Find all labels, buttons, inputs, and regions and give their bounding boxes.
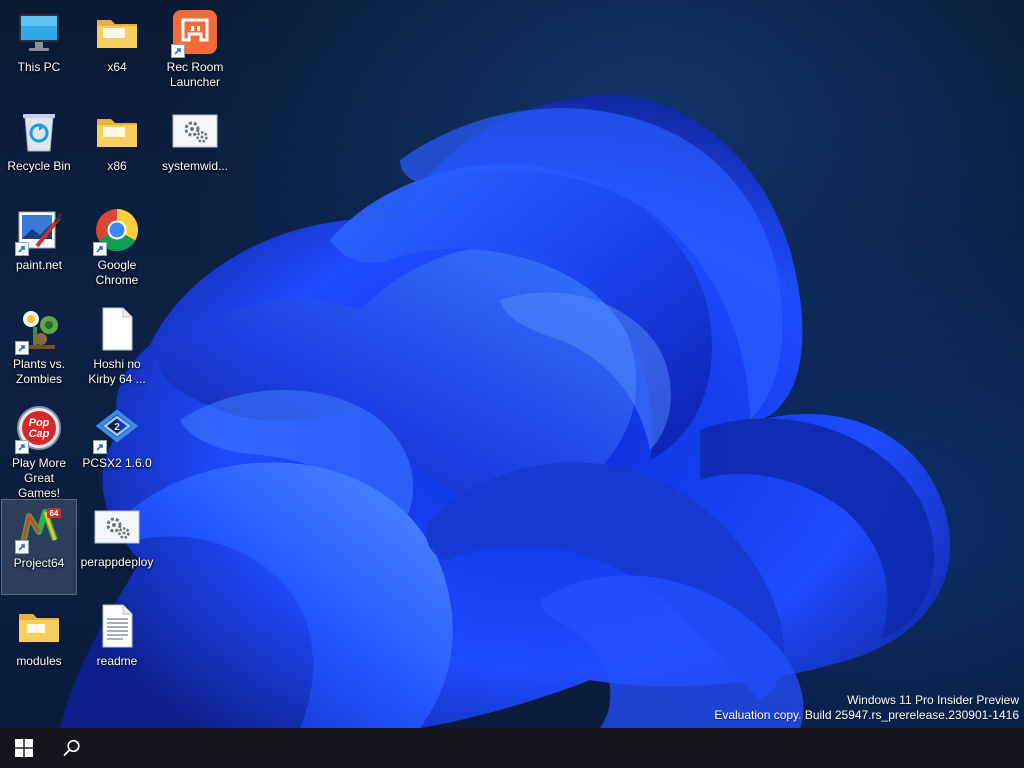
- gear-file-icon: [93, 503, 141, 551]
- desktop-icon-x64[interactable]: x64: [79, 4, 155, 100]
- icon-label-line2: Zombies: [15, 372, 62, 386]
- chrome-icon: [93, 206, 141, 256]
- shortcut-arrow-icon: [93, 242, 107, 256]
- icon-label-line2: Great Games!: [17, 471, 60, 500]
- search-button[interactable]: [48, 728, 96, 768]
- icon-label: Rec Room: [166, 60, 224, 74]
- icon-label: Google: [97, 258, 137, 272]
- recycle-bin-icon: [15, 107, 63, 155]
- paint-net-icon: [15, 206, 63, 256]
- desktop-icon-paint-net[interactable]: paint.net: [1, 202, 77, 298]
- svg-text:2: 2: [114, 422, 120, 433]
- icon-label: PCSX2 1.6.0: [82, 456, 152, 470]
- icon-label: Recycle Bin: [7, 159, 71, 173]
- icon-label-line2: Chrome: [95, 273, 139, 287]
- pcsx2-icon: 2: [93, 404, 141, 454]
- watermark-line2: Evaluation copy. Build 25947.rs_prerelea…: [714, 708, 1019, 722]
- icon-label-line2: Kirby 64 ...: [88, 372, 146, 386]
- icon-label: paint.net: [15, 258, 63, 272]
- shortcut-arrow-icon: [15, 540, 29, 554]
- icon-label: Project64: [13, 556, 65, 570]
- desktop-icon-perappdeploy[interactable]: perappdeploy: [79, 499, 155, 595]
- blank-file-icon: [93, 305, 141, 353]
- folder-icon: [93, 107, 141, 155]
- monitor-icon: [15, 8, 63, 56]
- shortcut-arrow-icon: [171, 44, 185, 58]
- icon-label: Plants vs.: [12, 357, 66, 371]
- shortcut-arrow-icon: [15, 440, 29, 454]
- svg-text:64: 64: [50, 509, 59, 518]
- search-icon: [63, 739, 80, 756]
- build-watermark: Windows 11 Pro Insider Preview Evaluatio…: [714, 693, 1019, 723]
- icon-label: systemwid...: [161, 159, 228, 173]
- desktop-icon-this-pc[interactable]: This PC: [1, 4, 77, 100]
- folder-icon: [93, 8, 141, 56]
- desktop-icon-pcsx2[interactable]: 2 PCSX2 1.6.0: [79, 400, 155, 496]
- icon-label: This PC: [17, 60, 61, 74]
- desktop-icon-google-chrome[interactable]: Google Chrome: [79, 202, 155, 298]
- popcap-icon: Pop Cap: [15, 404, 63, 454]
- icon-label: Hoshi no: [93, 357, 141, 371]
- text-file-icon: [93, 602, 141, 650]
- folder-icon: [15, 602, 63, 650]
- icon-label: modules: [16, 654, 62, 668]
- plants-vs-zombies-icon: [15, 305, 63, 355]
- watermark-line1: Windows 11 Pro Insider Preview: [847, 693, 1019, 707]
- project64-icon: 64: [15, 504, 63, 554]
- shortcut-arrow-icon: [15, 341, 29, 355]
- icon-label: perappdeploy: [80, 555, 154, 569]
- svg-text:Cap: Cap: [29, 428, 50, 440]
- desktop-icon-project64[interactable]: 64 Project64: [1, 499, 77, 595]
- icon-label-line2: Launcher: [169, 75, 221, 89]
- desktop-icon-rec-room-launcher[interactable]: Rec Room Launcher: [157, 4, 233, 100]
- icon-label: Play More: [11, 456, 67, 470]
- desktop-icon-systemwid[interactable]: systemwid...: [157, 103, 233, 199]
- desktop-icon-play-more-great-games[interactable]: Pop Cap Play More Great Games!: [1, 400, 77, 500]
- windows-logo-icon: [15, 739, 33, 757]
- desktop-icon-modules[interactable]: modules: [1, 598, 77, 694]
- desktop[interactable]: This PC x64 Rec Room Launcher Recycle Bi…: [0, 0, 1024, 728]
- icon-label: readme: [96, 654, 138, 668]
- shortcut-arrow-icon: [15, 242, 29, 256]
- rec-room-icon: [171, 8, 219, 58]
- desktop-icon-recycle-bin[interactable]: Recycle Bin: [1, 103, 77, 199]
- start-button[interactable]: [0, 728, 48, 768]
- icon-label: x86: [107, 159, 127, 173]
- shortcut-arrow-icon: [93, 440, 107, 454]
- taskbar: [0, 728, 1024, 768]
- gear-file-icon: [171, 107, 219, 155]
- desktop-icon-plants-vs-zombies[interactable]: Plants vs. Zombies: [1, 301, 77, 397]
- desktop-icon-hoshi-no-kirby[interactable]: Hoshi no Kirby 64 ...: [79, 301, 155, 397]
- icon-label: x64: [107, 60, 127, 74]
- desktop-icon-readme[interactable]: readme: [79, 598, 155, 694]
- desktop-icon-x86[interactable]: x86: [79, 103, 155, 199]
